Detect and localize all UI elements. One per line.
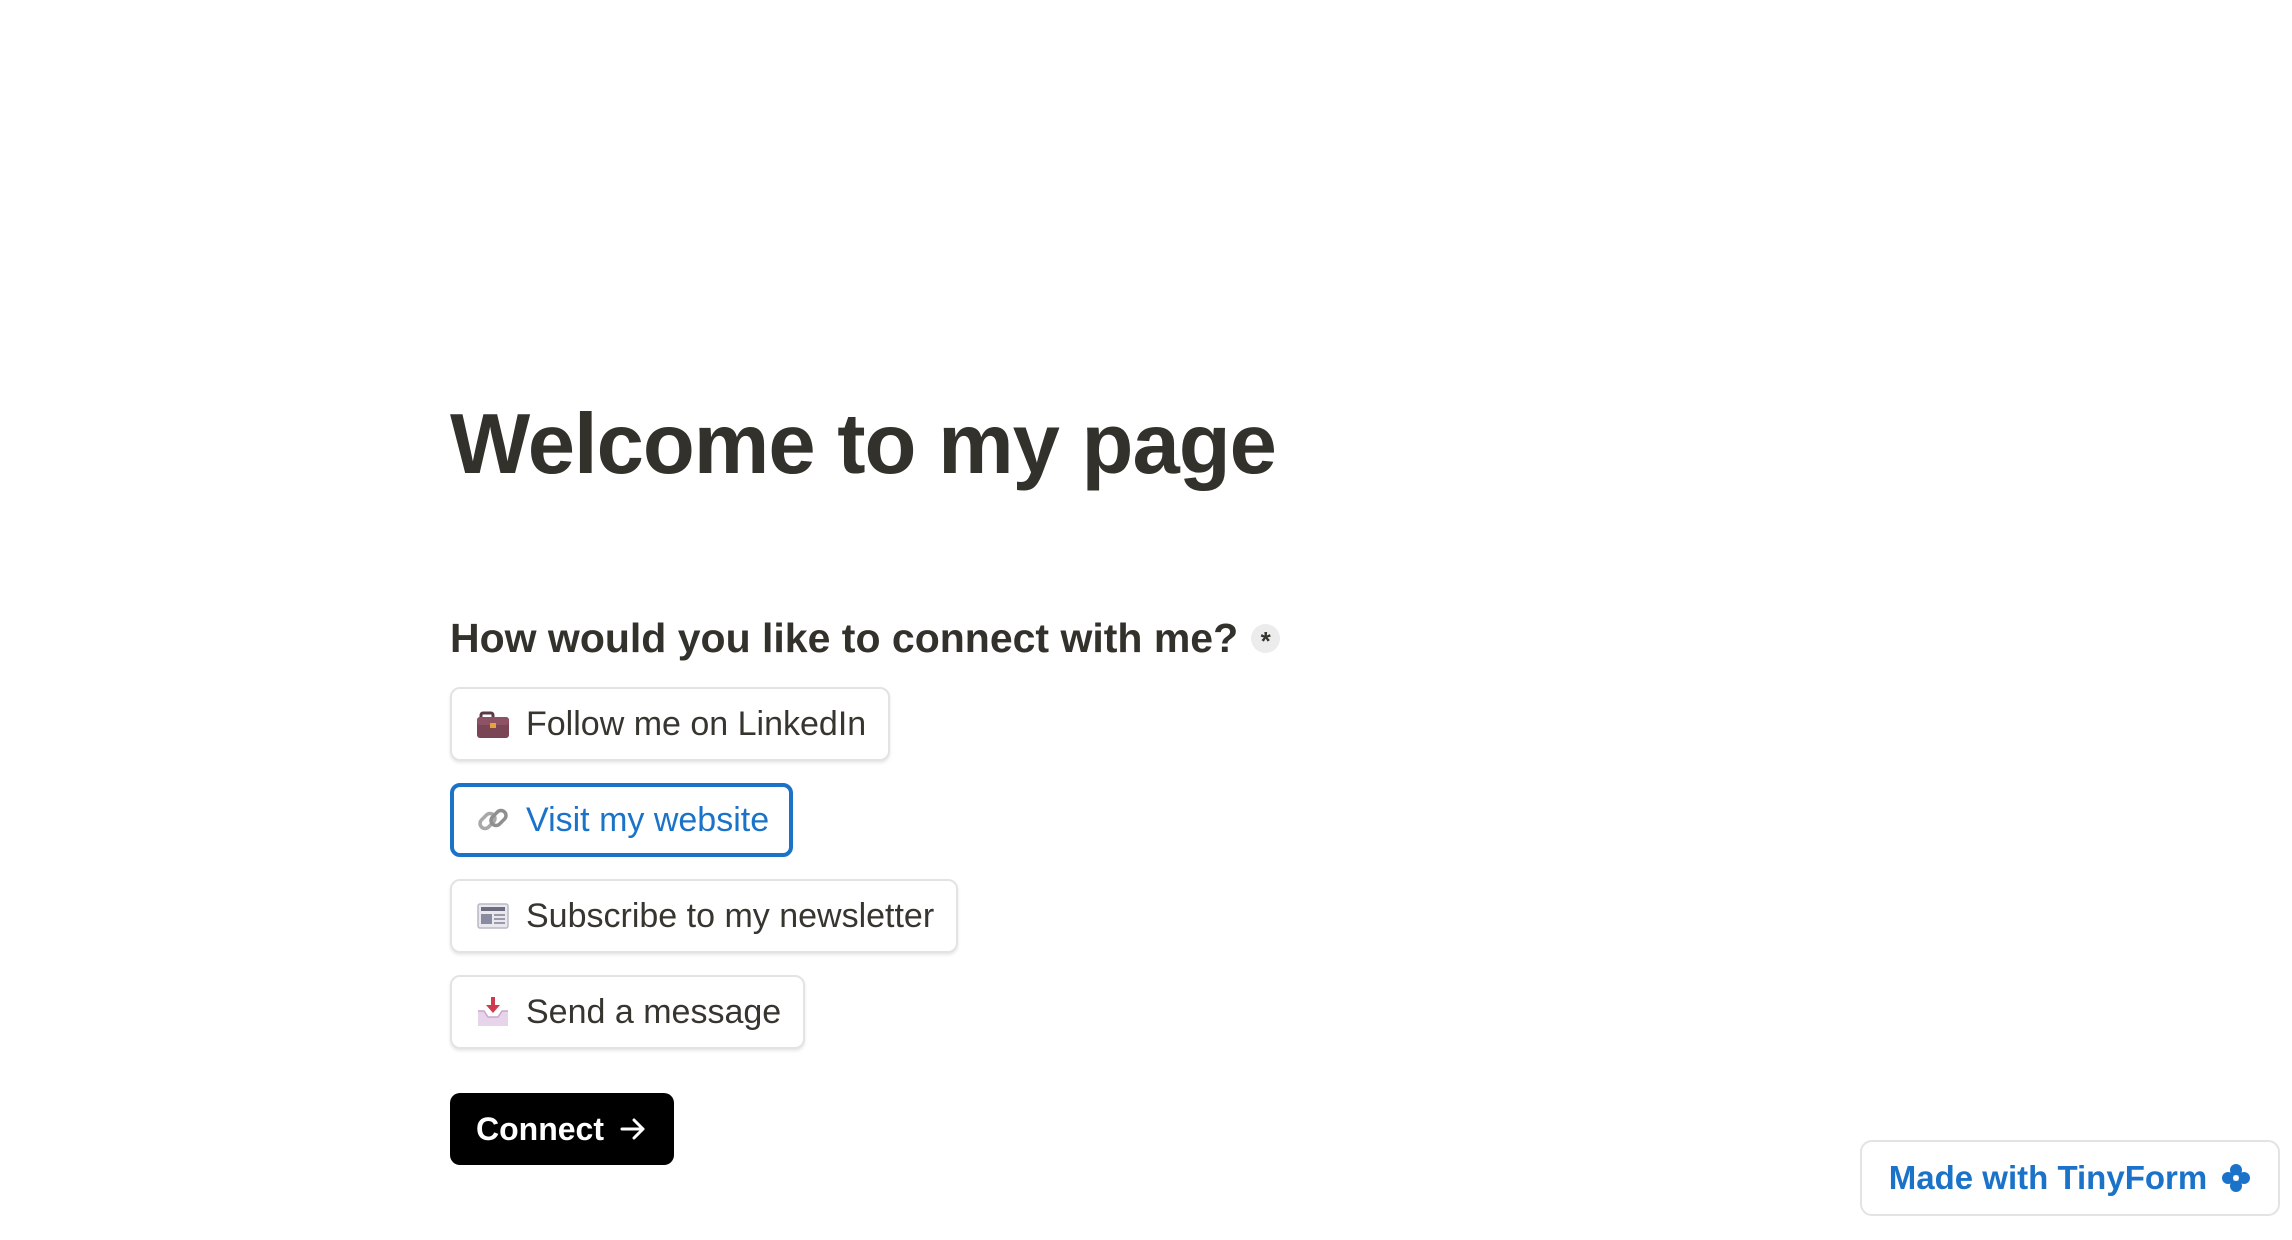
choice-label: Subscribe to my newsletter	[526, 896, 935, 935]
choice-list: Follow me on LinkedIn Visit my website S…	[450, 687, 1550, 1049]
choice-label: Send a message	[526, 992, 782, 1031]
form: Welcome to my page How would you like to…	[450, 395, 1550, 1165]
choice-label: Visit my website	[526, 800, 770, 839]
arrow-right-icon	[620, 1118, 645, 1140]
choice-newsletter[interactable]: Subscribe to my newsletter	[450, 879, 959, 953]
choice-message[interactable]: Send a message	[450, 975, 806, 1049]
newspaper-icon	[477, 903, 509, 929]
tinyform-badge[interactable]: Made with TinyForm	[1860, 1140, 2280, 1216]
question-label: How would you like to connect with me? *	[450, 613, 1550, 663]
link-icon	[478, 808, 508, 831]
required-indicator: *	[1251, 623, 1281, 654]
page: Welcome to my page How would you like to…	[0, 0, 2292, 1240]
badge-label: Made with TinyForm	[1888, 1159, 2208, 1196]
flower-icon	[2222, 1164, 2251, 1192]
choice-website[interactable]: Visit my website	[450, 783, 794, 857]
briefcase-icon	[477, 711, 509, 738]
inbox-tray-icon	[478, 997, 508, 1026]
question-text: How would you like to connect with me?	[450, 615, 1239, 661]
choice-linkedin[interactable]: Follow me on LinkedIn	[450, 687, 891, 761]
connect-button-label: Connect	[476, 1110, 604, 1147]
page-title: Welcome to my page	[450, 397, 1277, 492]
connect-button[interactable]: Connect	[450, 1093, 674, 1165]
choice-label: Follow me on LinkedIn	[526, 704, 867, 743]
